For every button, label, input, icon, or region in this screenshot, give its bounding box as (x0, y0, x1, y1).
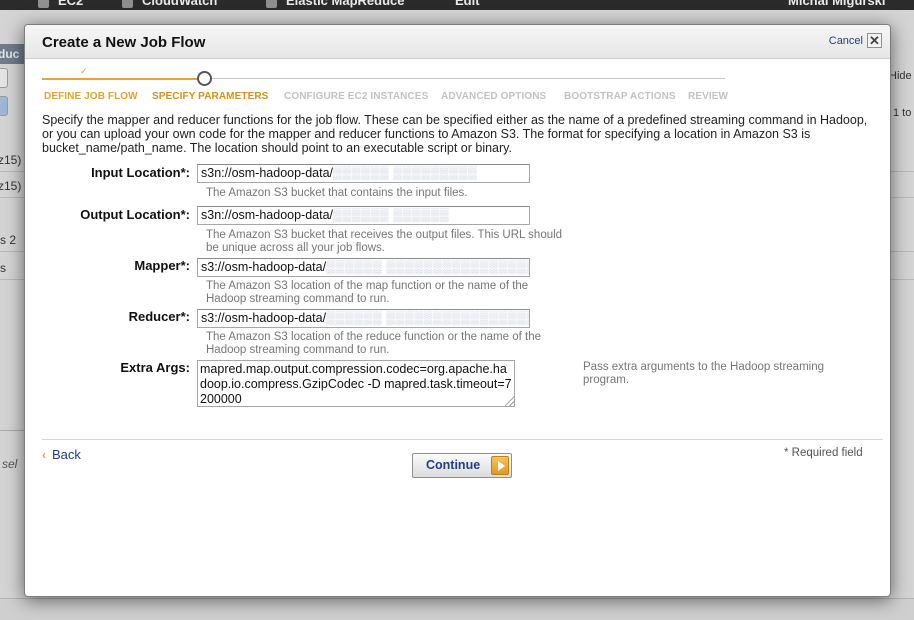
create-job-flow-dialog: Create a New Job Flow Cancel ✕ ✓ DEFINE … (24, 24, 891, 597)
ec2-icon (38, 0, 49, 8)
background-footer (0, 598, 914, 620)
close-icon[interactable]: ✕ (867, 33, 882, 48)
continue-label: Continue (426, 458, 481, 472)
mapper-help: The Amazon S3 location of the map functi… (206, 280, 529, 305)
extra-args-help: Pass extra arguments to the Hadoop strea… (583, 361, 824, 386)
back-link[interactable]: ‹ Back (42, 447, 81, 462)
background-cell: sel (2, 457, 18, 471)
step-review: REVIEW (688, 91, 729, 102)
step-configure-ec2-instances: CONFIGURE EC2 INSTANCES (284, 91, 429, 102)
background-header-text: duc (0, 47, 20, 61)
dialog-header: Create a New Job Flow Cancel ✕ (25, 25, 890, 59)
tab-ec2[interactable]: EC2 (58, 0, 83, 8)
reducer-label: Reducer*: (128, 309, 190, 324)
output-location-label: Output Location*: (80, 207, 190, 222)
step-bootstrap-actions: BOOTSTRAP ACTIONS (564, 91, 676, 102)
chevron-left-icon: ‹ (42, 448, 46, 462)
checkmark-icon: ✓ (80, 66, 88, 76)
mapreduce-icon (266, 0, 277, 8)
background-button (0, 96, 8, 116)
cloudwatch-icon (122, 0, 133, 8)
input-location-label: Input Location*: (91, 165, 190, 180)
background-page-range: 1 to (893, 107, 912, 119)
arrow-right-icon (491, 456, 509, 475)
mapper-value: s3://osm-hadoop-data/ (201, 260, 327, 274)
reducer-value: s3://osm-hadoop-data/ (201, 311, 327, 325)
continue-button[interactable]: Continue (412, 453, 512, 478)
background-hide-label: Hide (889, 70, 912, 82)
extra-args-textarea[interactable]: mapred.map.output.compression.codec=org.… (197, 360, 515, 407)
mapper-label: Mapper*: (134, 258, 190, 273)
step-advanced-options: ADVANCED OPTIONS (441, 91, 547, 102)
required-field-note: * Required field (784, 447, 863, 459)
tab-cloudwatch[interactable]: CloudWatch (142, 0, 217, 8)
cancel-link[interactable]: Cancel (829, 35, 863, 47)
resize-grip-icon[interactable] (505, 396, 515, 406)
output-location-value: s3n://osm-hadoop-data/ (201, 208, 334, 222)
background-cell: z15) (0, 179, 22, 193)
tab-elastic-mapreduce[interactable]: Elastic MapReduce (286, 0, 405, 8)
tab-edit[interactable]: Edit (455, 0, 480, 8)
background-cell: z15) (0, 153, 22, 167)
reducer-field[interactable]: s3://osm-hadoop-data/▒▒▒▒▒▒ ▒▒▒▒▒▒▒▒▒▒▒▒… (197, 309, 530, 328)
background-button (0, 68, 8, 88)
footer-divider (42, 439, 883, 440)
extra-args-label: Extra Args: (120, 360, 190, 375)
reducer-help: The Amazon S3 location of the reduce fun… (206, 331, 541, 356)
back-label: Back (52, 447, 81, 462)
dialog-title: Create a New Job Flow (42, 34, 206, 51)
step-specify-parameters: SPECIFY PARAMETERS (152, 91, 269, 102)
wizard-progress (42, 78, 198, 80)
step-define-job-flow: DEFINE JOB FLOW (44, 91, 138, 102)
background-cell: s 2 (0, 233, 17, 247)
input-location-value: s3n://osm-hadoop-data/ (201, 166, 334, 180)
mapper-field[interactable]: s3://osm-hadoop-data/▒▒▒▒▒▒ ▒▒▒▒▒▒▒▒▒▒▒▒… (197, 258, 530, 277)
output-location-field[interactable]: s3n://osm-hadoop-data/▒▒▒▒▒▒ ▒▒▒▒▒▒ (197, 206, 530, 225)
intro-text: Specify the mapper and reducer functions… (42, 113, 868, 155)
background-cell: s (0, 261, 6, 275)
input-location-help: The Amazon S3 bucket that contains the i… (206, 187, 468, 199)
top-nav-bar: EC2 CloudWatch Elastic MapReduce Edit Mi… (0, 0, 914, 10)
current-step-indicator (197, 71, 212, 86)
account-name[interactable]: Michal Migurski (788, 0, 886, 8)
output-location-help: The Amazon S3 bucket that receives the o… (206, 229, 563, 254)
wizard-steps: ✓ DEFINE JOB FLOW SPECIFY PARAMETERS CON… (42, 66, 732, 107)
input-location-field[interactable]: s3n://osm-hadoop-data/▒▒▒▒▒▒ ▒▒▒▒▒▒▒▒▒ (197, 164, 530, 183)
